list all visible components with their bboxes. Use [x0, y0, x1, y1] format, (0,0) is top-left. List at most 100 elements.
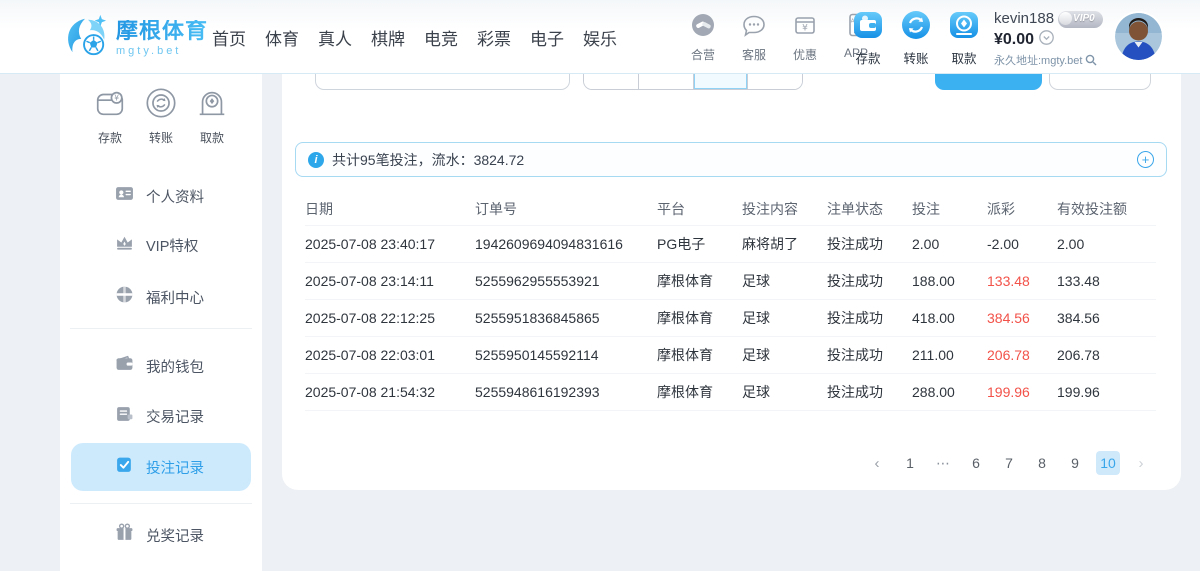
- page-1-button[interactable]: 1: [898, 451, 922, 475]
- deposit-outline-icon: ¥: [93, 86, 127, 125]
- table-row: 2025-07-08 22:12:25 5255951836845865 摩根体…: [305, 300, 1156, 337]
- nav-item-entertainment[interactable]: 娱乐: [583, 25, 617, 50]
- sidebar-item-label: VIP特权: [146, 235, 198, 256]
- nav-item-live[interactable]: 真人: [318, 25, 352, 50]
- cell-platform: 摩根体育: [657, 345, 742, 365]
- page-7-button[interactable]: 7: [997, 451, 1021, 475]
- sidebar-transfer-button[interactable]: 转账: [137, 86, 185, 146]
- nav-item-esports[interactable]: 电竞: [424, 25, 458, 50]
- cell-order-number: 5255951836845865: [475, 310, 657, 326]
- next-page-button[interactable]: ›: [1129, 451, 1153, 475]
- cell-payout: 206.78: [987, 347, 1057, 363]
- cell-payout: 199.96: [987, 384, 1057, 400]
- header-wallet-actions: 存款 转账: [852, 10, 980, 67]
- quick-link-label: 优惠: [793, 46, 817, 63]
- date-range-option-4[interactable]: [747, 74, 802, 89]
- cell-bet-amount: 2.00: [912, 236, 987, 252]
- sidebar-item-profile[interactable]: 个人资料: [60, 172, 262, 220]
- sidebar-divider: [70, 503, 252, 504]
- reset-button[interactable]: [1049, 74, 1151, 90]
- sidebar-item-welfare[interactable]: 福利中心: [60, 273, 262, 321]
- cell-order-number: 5255962955553921: [475, 273, 657, 289]
- quick-link-partnership[interactable]: 合营: [684, 12, 722, 63]
- date-range-option-2[interactable]: [638, 74, 693, 89]
- cell-bet-content: 足球: [742, 382, 827, 402]
- page-9-button[interactable]: 9: [1063, 451, 1087, 475]
- partnership-handshake-icon: [690, 12, 716, 43]
- welfare-gift-icon: [115, 285, 134, 309]
- cell-bet-content: 足球: [742, 271, 827, 291]
- wallet-action-label: 转账: [903, 48, 928, 67]
- page-6-button[interactable]: 6: [964, 451, 988, 475]
- cell-payout: 133.48: [987, 273, 1057, 289]
- balance-amount: ¥0.00: [994, 30, 1034, 50]
- date-range-option-3-selected[interactable]: [693, 74, 748, 89]
- sidebar-item-wallet[interactable]: 我的钱包: [60, 342, 262, 390]
- bet-summary-text: 共计95笔投注，流水：3824.72: [332, 150, 524, 170]
- withdraw-icon: [949, 10, 979, 45]
- cell-platform: 摩根体育: [657, 308, 742, 328]
- table-row: 2025-07-08 23:14:11 5255962955553921 摩根体…: [305, 263, 1156, 300]
- nav-item-home[interactable]: 首页: [212, 25, 246, 50]
- col-bet-content: 投注内容: [742, 199, 827, 219]
- withdraw-button[interactable]: 取款: [948, 10, 980, 67]
- col-valid-amount: 有效投注额: [1057, 199, 1156, 219]
- date-range-option-1[interactable]: [584, 74, 638, 89]
- date-range-segmented-control: [583, 74, 803, 90]
- sidebar-item-bet-records[interactable]: 投注记录: [71, 443, 251, 491]
- nav-item-slots[interactable]: 电子: [530, 25, 564, 50]
- col-payout: 派彩: [987, 199, 1057, 219]
- table-row: 2025-07-08 21:54:32 5255948616192393 摩根体…: [305, 374, 1156, 411]
- prev-page-button[interactable]: ‹: [865, 451, 889, 475]
- balance-expand-icon[interactable]: [1039, 30, 1054, 51]
- page-8-button[interactable]: 8: [1030, 451, 1054, 475]
- wallet-action-label: 取款: [951, 48, 976, 67]
- nav-item-lottery[interactable]: 彩票: [477, 25, 511, 50]
- cell-valid-amount: 2.00: [1057, 236, 1156, 252]
- bet-summary-bar: i 共计95笔投注，流水：3824.72 +: [295, 142, 1167, 177]
- sidebar-quick-label: 转账: [149, 129, 173, 146]
- deposit-button[interactable]: 存款: [852, 10, 884, 67]
- wallet-icon: [115, 354, 134, 378]
- username: kevin188: [994, 10, 1054, 29]
- transfer-button[interactable]: 转账: [900, 10, 932, 67]
- cell-bet-amount: 188.00: [912, 273, 987, 289]
- quick-link-support[interactable]: 客服: [735, 12, 773, 63]
- cell-date: 2025-07-08 23:14:11: [305, 273, 475, 289]
- user-avatar[interactable]: [1115, 13, 1162, 60]
- quick-link-label: 客服: [742, 46, 766, 63]
- sidebar-item-redeem-records[interactable]: 兑奖记录: [60, 511, 262, 559]
- brand-subtitle: mgty.bet: [116, 46, 208, 57]
- cell-platform: 摩根体育: [657, 271, 742, 291]
- cell-order-number: 5255948616192393: [475, 384, 657, 400]
- nav-item-board-games[interactable]: 棋牌: [371, 25, 405, 50]
- sidebar-item-label: 个人资料: [146, 186, 204, 207]
- pagination-ellipsis[interactable]: ⋯: [931, 451, 955, 475]
- search-icon[interactable]: [1085, 52, 1097, 72]
- expand-plus-icon[interactable]: +: [1137, 151, 1154, 168]
- cell-valid-amount: 206.78: [1057, 347, 1156, 363]
- query-button[interactable]: [935, 74, 1042, 90]
- main-nav: 首页 体育 真人 棋牌 电竞 彩票 电子 娱乐: [212, 0, 617, 74]
- cell-platform: 摩根体育: [657, 382, 742, 402]
- cell-status: 投注成功: [827, 271, 912, 291]
- sidebar-withdraw-button[interactable]: 取款: [188, 86, 236, 146]
- cell-date: 2025-07-08 22:12:25: [305, 310, 475, 326]
- quick-link-promotions[interactable]: ¥ 优惠: [786, 12, 824, 63]
- sidebar-item-transactions[interactable]: 交易记录: [60, 392, 262, 440]
- cell-date: 2025-07-08 21:54:32: [305, 384, 475, 400]
- transfer-outline-icon: [144, 86, 178, 125]
- brand-logo[interactable]: 摩根体育 mgty.bet: [62, 13, 208, 64]
- nav-item-sports[interactable]: 体育: [265, 25, 299, 50]
- soccer-swirl-logo-icon: [62, 13, 108, 64]
- filter-search-input[interactable]: [315, 74, 570, 90]
- cell-bet-amount: 418.00: [912, 310, 987, 326]
- cell-platform: PG电子: [657, 234, 742, 254]
- sidebar-item-vip[interactable]: VIP特权: [60, 221, 262, 269]
- cell-valid-amount: 384.56: [1057, 310, 1156, 326]
- cell-bet-amount: 288.00: [912, 384, 987, 400]
- sidebar-deposit-button[interactable]: ¥ 存款: [86, 86, 134, 146]
- vip-level-badge[interactable]: VIP0: [1058, 11, 1103, 28]
- cell-payout: 384.56: [987, 310, 1057, 326]
- page-10-button[interactable]: 10: [1096, 451, 1120, 475]
